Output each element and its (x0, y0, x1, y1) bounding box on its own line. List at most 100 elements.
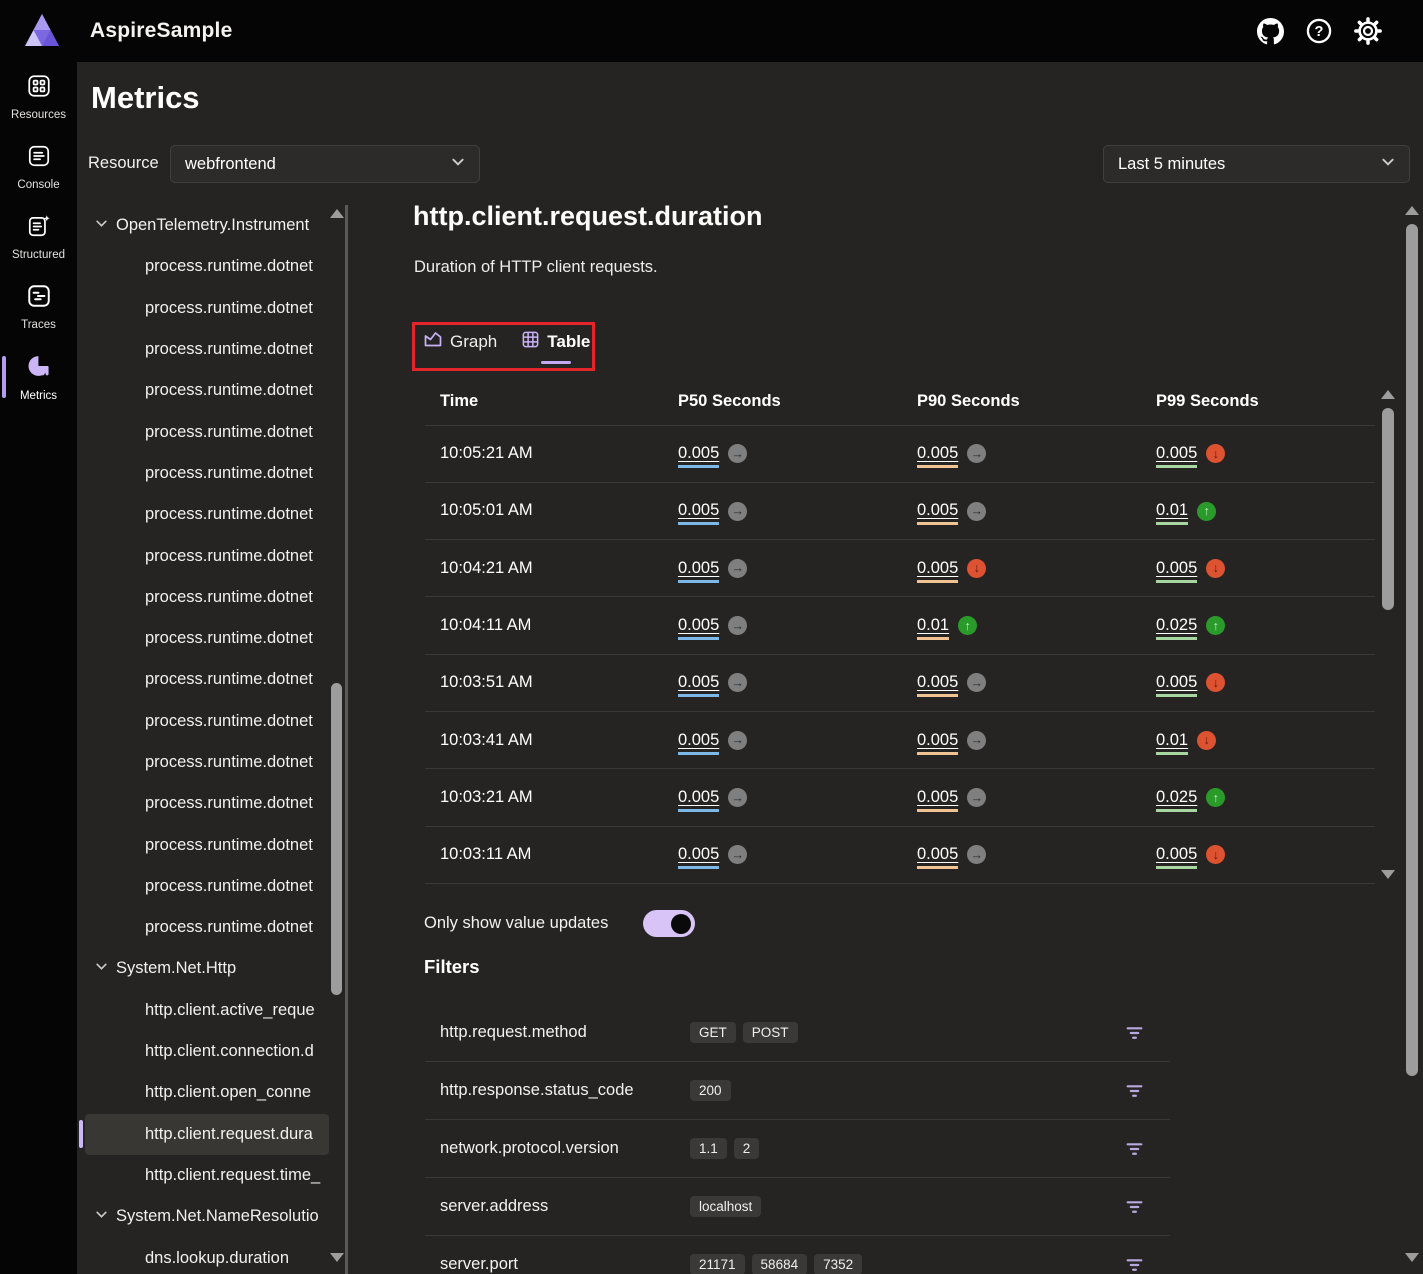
page-scrollbar-thumb[interactable] (1406, 224, 1418, 1076)
p50-value-link[interactable]: 0.005 (678, 501, 719, 525)
tree-item[interactable]: System.Net.NameResolutio (85, 1196, 329, 1237)
filter-name: http.response.status_code (440, 1081, 690, 1100)
p90-value-link[interactable]: 0.005 (917, 788, 958, 812)
tab-graph[interactable]: Graph (423, 329, 497, 364)
tree-item[interactable]: process.runtime.dotnet (85, 453, 329, 494)
tree-item-label: process.runtime.dotnet (145, 712, 313, 731)
panel-splitter[interactable] (345, 205, 348, 1274)
sidebar-item-structured[interactable]: Structured (0, 202, 77, 272)
view-tabs: Graph Table (423, 329, 590, 364)
filter-values: 21171586847352 (690, 1254, 862, 1274)
tree-item-label: process.runtime.dotnet (145, 299, 313, 318)
p90-value-link[interactable]: 0.005 (917, 501, 958, 525)
tree-item[interactable]: process.runtime.dotnet (85, 577, 329, 618)
p99-value-link[interactable]: 0.005 (1156, 673, 1197, 697)
scroll-down-icon[interactable] (1381, 870, 1395, 879)
tree-item-label: process.runtime.dotnet (145, 381, 313, 400)
scroll-down-icon[interactable] (330, 1253, 344, 1262)
scroll-up-icon[interactable] (1405, 206, 1419, 215)
resource-select[interactable]: webfrontend (170, 145, 480, 183)
tree-item[interactable]: process.runtime.dotnet (85, 535, 329, 576)
p99-value-link[interactable]: 0.005 (1156, 559, 1197, 583)
settings-icon[interactable] (1351, 14, 1385, 48)
tree-item-label: process.runtime.dotnet (145, 423, 313, 442)
tree-item[interactable]: process.runtime.dotnet (85, 246, 329, 287)
filter-name: server.port (440, 1255, 690, 1274)
p90-value-link[interactable]: 0.005 (917, 673, 958, 697)
p50-value-link[interactable]: 0.005 (678, 845, 719, 869)
filter-icon[interactable] (1122, 1253, 1146, 1274)
page-scrollbar[interactable] (1404, 203, 1420, 1274)
filter-icon[interactable] (1122, 1020, 1146, 1044)
table-scrollbar-thumb[interactable] (1382, 408, 1394, 610)
tree-item[interactable]: process.runtime.dotnet (85, 866, 329, 907)
p90-value-link[interactable]: 0.005 (917, 559, 958, 583)
p99-value-link[interactable]: 0.005 (1156, 444, 1197, 468)
top-bar: AspireSample ? (0, 0, 1423, 62)
scroll-up-icon[interactable] (330, 209, 344, 218)
tree-item-label: System.Net.Http (116, 959, 236, 978)
tree-item[interactable]: process.runtime.dotnet (85, 329, 329, 370)
p90-value-link[interactable]: 0.01 (917, 616, 949, 640)
tree-item[interactable]: System.Net.Http (85, 948, 329, 989)
tree-item[interactable]: http.client.connection.d (85, 1031, 329, 1072)
filter-icon[interactable] (1122, 1079, 1146, 1103)
scroll-down-icon[interactable] (1405, 1253, 1419, 1262)
p99-value-link[interactable]: 0.025 (1156, 788, 1197, 812)
p50-value-link[interactable]: 0.005 (678, 444, 719, 468)
p90-value-link[interactable]: 0.005 (917, 444, 958, 468)
p99-cell: 0.005↓ (1141, 425, 1375, 482)
tree-scrollbar-thumb[interactable] (331, 683, 342, 995)
tree-item-label: http.client.request.time_ (145, 1166, 320, 1185)
tree-scrollbar[interactable] (329, 205, 344, 1274)
p99-value-link[interactable]: 0.01 (1156, 731, 1188, 755)
scroll-up-icon[interactable] (1381, 390, 1395, 399)
tree-item[interactable]: process.runtime.dotnet (85, 288, 329, 329)
tree-item[interactable]: http.client.open_conne (85, 1072, 329, 1113)
value-updates-toggle[interactable] (643, 910, 695, 937)
trend-up-icon: ↑ (1206, 616, 1225, 635)
tree-item[interactable]: process.runtime.dotnet (85, 411, 329, 452)
p50-value-link[interactable]: 0.005 (678, 673, 719, 697)
filter-icon[interactable] (1122, 1137, 1146, 1161)
structured-icon (26, 213, 52, 244)
p99-value-link[interactable]: 0.025 (1156, 616, 1197, 640)
tree-item[interactable]: OpenTelemetry.Instrument (85, 205, 329, 246)
sidebar-item-resources[interactable]: Resources (0, 62, 77, 132)
tree-item[interactable]: process.runtime.dotnet (85, 370, 329, 411)
tree-item[interactable]: process.runtime.dotnet (85, 783, 329, 824)
metric-title: http.client.request.duration (413, 201, 763, 232)
tree-item[interactable]: process.runtime.dotnet (85, 907, 329, 948)
tree-item[interactable]: process.runtime.dotnet (85, 824, 329, 865)
table-scrollbar[interactable] (1380, 388, 1396, 884)
filter-icon[interactable] (1122, 1195, 1146, 1219)
tree-item[interactable]: dns.lookup.duration (85, 1237, 329, 1274)
tree-item[interactable]: http.client.request.dura (85, 1114, 329, 1155)
tree-item[interactable]: process.runtime.dotnet (85, 742, 329, 783)
sidebar-item-console[interactable]: Console (0, 132, 77, 202)
tree-item[interactable]: http.client.request.time_ (85, 1155, 329, 1196)
p99-cell: 0.005↓ (1141, 826, 1375, 883)
tree-item[interactable]: process.runtime.dotnet (85, 659, 329, 700)
sidebar-item-metrics[interactable]: Metrics (0, 342, 77, 412)
p50-value-link[interactable]: 0.005 (678, 559, 719, 583)
aspire-logo-icon (22, 11, 62, 51)
p90-value-link[interactable]: 0.005 (917, 731, 958, 755)
p50-value-link[interactable]: 0.005 (678, 731, 719, 755)
p50-value-link[interactable]: 0.005 (678, 788, 719, 812)
tree-item[interactable]: process.runtime.dotnet (85, 618, 329, 659)
github-icon[interactable] (1253, 14, 1287, 48)
sidebar-item-traces[interactable]: Traces (0, 272, 77, 342)
tree-item[interactable]: http.client.active_reque (85, 990, 329, 1031)
p90-cell: 0.005→ (902, 826, 1141, 883)
help-icon[interactable]: ? (1302, 14, 1336, 48)
tab-table[interactable]: Table (521, 329, 590, 364)
p90-value-link[interactable]: 0.005 (917, 845, 958, 869)
console-icon (26, 143, 52, 174)
tree-item[interactable]: process.runtime.dotnet (85, 494, 329, 535)
p99-value-link[interactable]: 0.005 (1156, 845, 1197, 869)
time-range-select[interactable]: Last 5 minutes (1103, 145, 1410, 183)
p50-value-link[interactable]: 0.005 (678, 616, 719, 640)
tree-item[interactable]: process.runtime.dotnet (85, 701, 329, 742)
p99-value-link[interactable]: 0.01 (1156, 501, 1188, 525)
